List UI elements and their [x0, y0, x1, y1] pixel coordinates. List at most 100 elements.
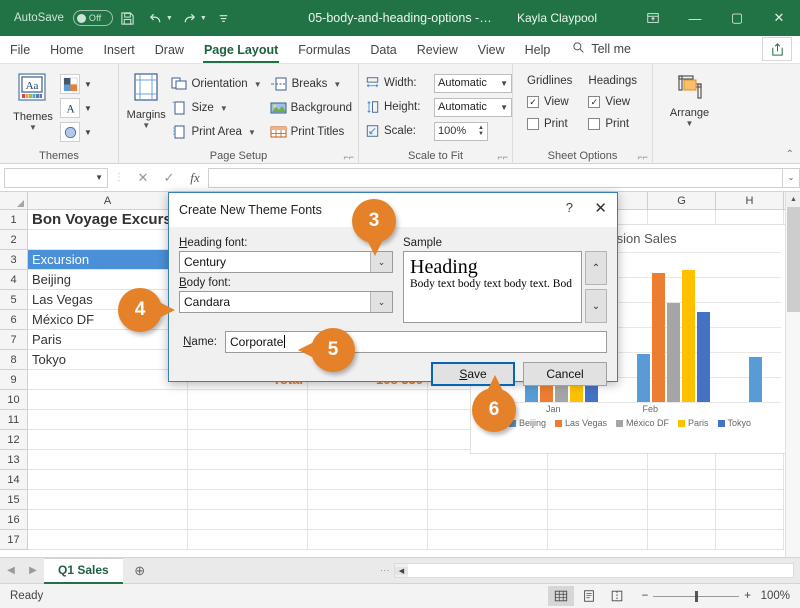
size-dropdown-icon[interactable]: ▼ — [220, 104, 228, 113]
arrange-button[interactable]: Arrange ▼ — [663, 69, 717, 128]
close-icon[interactable]: ✕ — [594, 199, 607, 217]
row-header[interactable]: 12 — [0, 430, 28, 450]
row-header[interactable]: 6 — [0, 310, 28, 330]
cell-a10[interactable] — [28, 390, 188, 410]
cell-b15[interactable] — [188, 490, 308, 510]
cell-a9[interactable] — [28, 370, 188, 390]
gridlines-view-checkbox[interactable]: ✓ View — [527, 91, 569, 113]
formula-input[interactable] — [208, 167, 782, 188]
row-header[interactable]: 8 — [0, 350, 28, 370]
sample-scrollbar[interactable]: ⌃ ⌄ — [585, 251, 607, 323]
cell-c13[interactable] — [308, 450, 428, 470]
tab-draw[interactable]: Draw — [145, 39, 194, 63]
row-header[interactable]: 16 — [0, 510, 28, 530]
tab-home[interactable]: Home — [40, 39, 93, 63]
insert-function-icon[interactable]: fx — [182, 167, 208, 189]
cell-a14[interactable] — [28, 470, 188, 490]
breaks-button[interactable]: Breaks ▼ — [270, 72, 352, 96]
zoom-slider[interactable] — [653, 590, 740, 602]
background-button[interactable]: Background — [270, 96, 352, 120]
cell-c17[interactable] — [308, 530, 428, 550]
cell-g16[interactable] — [648, 510, 716, 530]
print-titles-button[interactable]: Print Titles — [270, 120, 352, 144]
previous-sheet-icon[interactable]: ◀ — [0, 565, 22, 576]
cell-c14[interactable] — [308, 470, 428, 490]
row-header[interactable]: 14 — [0, 470, 28, 490]
chevron-up-icon[interactable]: ⌃ — [585, 251, 607, 285]
name-box[interactable]: ▼ — [4, 167, 108, 188]
row-header[interactable]: 11 — [0, 410, 28, 430]
maximize-icon[interactable]: ▢ — [716, 0, 758, 36]
row-header[interactable]: 4 — [0, 270, 28, 290]
enter-icon[interactable]: ✓ — [156, 167, 182, 189]
cell-h17[interactable] — [716, 530, 784, 550]
select-all-corner[interactable] — [0, 192, 28, 209]
cell-b11[interactable] — [188, 410, 308, 430]
cell-e16[interactable] — [548, 510, 648, 530]
split-handle[interactable]: ⋮ — [380, 566, 390, 575]
cell-e15[interactable] — [548, 490, 648, 510]
row-header[interactable]: 2 — [0, 230, 28, 250]
cell-b13[interactable] — [188, 450, 308, 470]
cell-a15[interactable] — [28, 490, 188, 510]
chevron-down-icon[interactable]: ⌄ — [370, 292, 392, 312]
headings-print-checkbox[interactable]: Print — [588, 113, 629, 135]
column-header-g[interactable]: G — [648, 192, 716, 209]
ribbon-display-options-icon[interactable] — [632, 0, 674, 36]
scale-width-combo[interactable]: Automatic ▼ — [434, 73, 512, 93]
theme-fonts-button[interactable]: A ▼ — [60, 96, 92, 120]
row-header[interactable]: 3 — [0, 250, 28, 270]
cell-d17[interactable] — [428, 530, 548, 550]
orientation-button[interactable]: Orientation ▼ — [171, 72, 262, 96]
theme-fonts-dropdown-icon[interactable]: ▼ — [84, 104, 92, 113]
row-header[interactable]: 10 — [0, 390, 28, 410]
next-sheet-icon[interactable]: ▶ — [22, 565, 44, 576]
cell-e14[interactable] — [548, 470, 648, 490]
cell-e17[interactable] — [548, 530, 648, 550]
row-header[interactable]: 13 — [0, 450, 28, 470]
minimize-icon[interactable]: — — [674, 0, 716, 36]
size-button[interactable]: Size ▼ — [171, 96, 261, 120]
cell-b10[interactable] — [188, 390, 308, 410]
cell-a7[interactable]: Paris — [28, 330, 188, 350]
save-icon[interactable] — [115, 6, 141, 30]
undo-dropdown-icon[interactable]: ▼ — [166, 15, 173, 22]
zoom-level-label[interactable]: 100% — [756, 590, 790, 602]
help-icon[interactable]: ? — [566, 200, 573, 215]
cell-a17[interactable] — [28, 530, 188, 550]
cell-g14[interactable] — [648, 470, 716, 490]
breaks-dropdown-icon[interactable]: ▼ — [333, 80, 341, 89]
tab-help[interactable]: Help — [515, 39, 561, 63]
redo-dropdown-icon[interactable]: ▼ — [200, 15, 207, 22]
page-break-preview-icon[interactable] — [604, 586, 630, 606]
scroll-up-icon[interactable]: ▲ — [786, 192, 800, 207]
cell-d14[interactable] — [428, 470, 548, 490]
cell-b14[interactable] — [188, 470, 308, 490]
arrange-dropdown-icon[interactable]: ▼ — [686, 120, 694, 128]
margins-dropdown-icon[interactable]: ▼ — [142, 122, 150, 130]
chevron-down-icon[interactable]: ⌄ — [585, 289, 607, 323]
theme-effects-button[interactable]: ▼ — [60, 120, 92, 144]
cell-a16[interactable] — [28, 510, 188, 530]
scale-height-combo[interactable]: Automatic ▼ — [434, 97, 512, 117]
chevron-down-icon[interactable]: ▼ — [95, 173, 103, 182]
tab-file[interactable]: File — [0, 39, 40, 63]
cell-a12[interactable] — [28, 430, 188, 450]
theme-colors-button[interactable]: ▼ — [60, 72, 92, 96]
theme-colors-dropdown-icon[interactable]: ▼ — [84, 80, 92, 89]
margins-button[interactable]: Margins ▼ — [125, 69, 167, 130]
gridlines-print-checkbox[interactable]: Print — [527, 113, 568, 135]
cell-h16[interactable] — [716, 510, 784, 530]
cell-g17[interactable] — [648, 530, 716, 550]
row-header[interactable]: 1 — [0, 210, 28, 230]
cell-a2[interactable] — [28, 230, 188, 250]
cell-b16[interactable] — [188, 510, 308, 530]
cell-h15[interactable] — [716, 490, 784, 510]
cell-c15[interactable] — [308, 490, 428, 510]
cell-c11[interactable] — [308, 410, 428, 430]
row-header[interactable]: 5 — [0, 290, 28, 310]
vertical-scroll-thumb[interactable] — [787, 207, 800, 312]
normal-view-icon[interactable] — [547, 586, 574, 606]
cell-a13[interactable] — [28, 450, 188, 470]
scroll-left-icon[interactable]: ◀ — [395, 566, 408, 575]
